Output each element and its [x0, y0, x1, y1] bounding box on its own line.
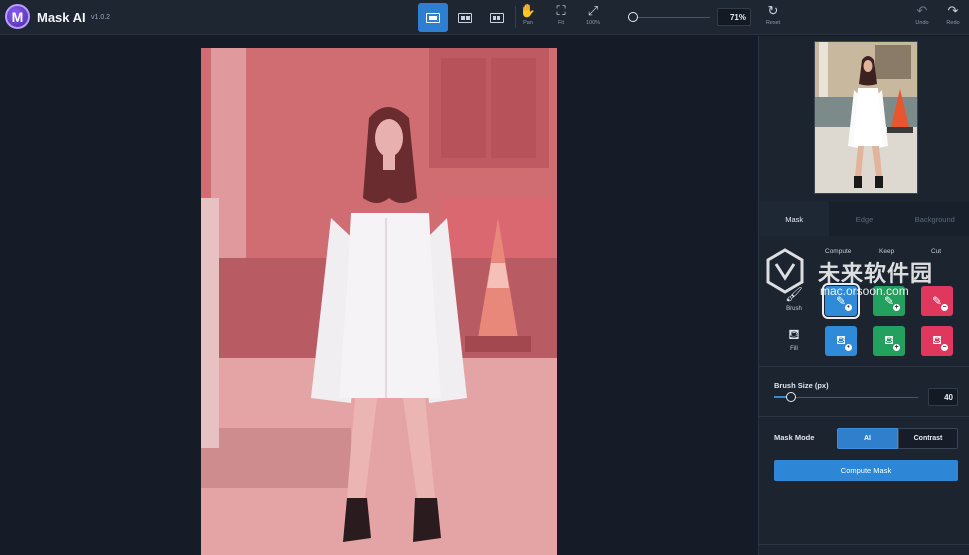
compute-mask-button[interactable]: Compute Mask [774, 460, 958, 481]
reset-icon: ↻ [767, 3, 779, 18]
single-view-icon [426, 12, 440, 23]
watermark-url: mac.orsoon.com [820, 284, 909, 298]
navigator-thumbnail[interactable] [814, 41, 918, 194]
paint-bucket-icon: ⛾ [788, 326, 800, 342]
app-logo-icon: M [5, 4, 30, 29]
app-version: v1.0.2 [91, 14, 111, 21]
passerby [201, 198, 219, 448]
panel-tabs: Mask Edge Background [759, 202, 969, 236]
reset-button[interactable]: ↻ Reset [759, 3, 787, 26]
side-by-side-icon [490, 12, 504, 23]
watermark: 未来软件园 mac.orsoon.com [760, 242, 965, 302]
brush-row-label: Brush [786, 306, 802, 312]
plus-badge-icon: + [893, 304, 900, 311]
expand-icon: ⤢ [587, 3, 599, 18]
plus-badge-icon: + [893, 344, 900, 351]
mask-mode-label: Mask Mode [774, 433, 815, 442]
pan-label: Pan [523, 20, 533, 26]
fit-button[interactable]: ⛶ Fit [547, 3, 575, 26]
fit-icon: ⛶ [556, 3, 566, 18]
fill-row-label: Fill [790, 346, 798, 352]
top-toolbar: M Mask AI v1.0.2 ✋ Pan ⛶ Fit ⤢ 100% 71% … [0, 0, 969, 35]
compute-badge-icon: • [845, 304, 852, 311]
redo-icon: ↷ [947, 3, 959, 18]
brush-size-field[interactable]: 40 [928, 388, 958, 406]
tab-mask[interactable]: Mask [759, 202, 830, 236]
side-by-side-view-button[interactable] [482, 3, 512, 32]
zoom-100-label: 100% [585, 20, 601, 26]
mask-mode-contrast-button[interactable]: Contrast [898, 428, 958, 449]
minus-badge-icon: − [941, 304, 948, 311]
masked-photo[interactable] [201, 48, 557, 555]
tab-background[interactable]: Background [900, 202, 969, 236]
thumb-figure [848, 56, 888, 188]
undo-label: Undo [915, 20, 929, 26]
undo-icon: ↶ [916, 3, 928, 18]
logo-letter: M [11, 8, 24, 25]
split-view-icon [458, 12, 472, 23]
brush-size-label: Brush Size (px) [774, 381, 829, 390]
panel-divider [759, 366, 969, 367]
image-canvas[interactable] [0, 36, 758, 555]
mask-mode-ai-button[interactable]: AI [837, 428, 898, 449]
subject-figure [311, 107, 467, 542]
hand-icon: ✋ [519, 3, 537, 18]
redo-button[interactable]: ↷ Redo [939, 3, 967, 26]
tab-edge[interactable]: Edge [829, 202, 899, 236]
zoom-100-button[interactable]: ⤢ 100% [579, 3, 607, 26]
single-view-button[interactable] [418, 3, 448, 32]
panel-divider [759, 544, 969, 545]
minus-badge-icon: − [941, 344, 948, 351]
panel-divider [759, 416, 969, 417]
zoom-slider-handle[interactable] [628, 12, 638, 22]
cut-fill-button[interactable]: ⛾ − [921, 326, 953, 356]
zoom-slider-track[interactable] [630, 17, 710, 18]
watermark-logo-icon [766, 248, 804, 294]
window-pane [491, 58, 536, 158]
keep-fill-button[interactable]: ⛾ + [873, 326, 905, 356]
compute-badge-icon: • [845, 344, 852, 351]
compute-fill-button[interactable]: ⛾ • [825, 326, 857, 356]
app-title: Mask AI [37, 10, 86, 25]
split-view-button[interactable] [450, 3, 480, 32]
redo-label: Redo [946, 20, 960, 26]
reset-label: Reset [765, 20, 781, 26]
pan-button[interactable]: ✋ Pan [514, 3, 542, 26]
zoom-value-field[interactable]: 71% [717, 8, 751, 26]
brush-size-slider-handle[interactable] [786, 392, 796, 402]
fit-label: Fit [557, 20, 565, 26]
undo-button[interactable]: ↶ Undo [908, 3, 936, 26]
